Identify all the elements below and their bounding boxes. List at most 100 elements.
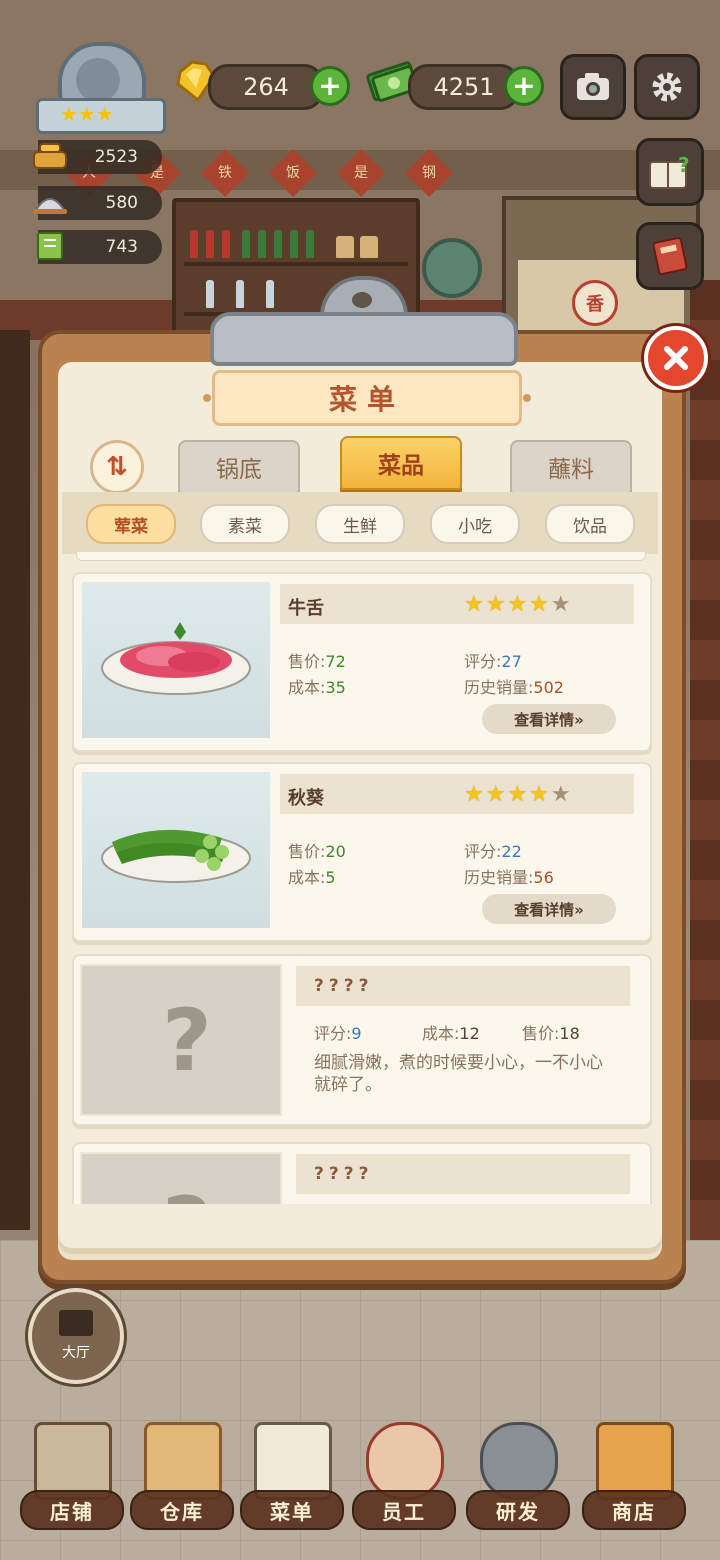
category-snack[interactable]: 小吃 <box>430 504 520 544</box>
tab-soup-base[interactable]: 锅底 <box>178 440 300 494</box>
clipboard-clip <box>210 276 518 366</box>
price: 售价:72 <box>288 652 346 671</box>
camera-icon <box>577 73 609 100</box>
hotpot-icon <box>33 143 67 169</box>
okra-icon <box>101 829 251 883</box>
wall-banner: 铁 <box>200 148 250 198</box>
house-icon <box>59 1310 93 1336</box>
close-button[interactable] <box>644 326 708 390</box>
shop-sign: 香 <box>572 280 618 326</box>
close-icon <box>664 346 688 370</box>
settings-button[interactable] <box>634 54 700 120</box>
wall-banner-char: 是 <box>354 165 368 181</box>
wall-banner: 是 <box>336 148 386 198</box>
dish-name: 牛舌 <box>288 598 324 619</box>
cash-count: 4251 <box>433 73 495 101</box>
dish-name: 秋葵 <box>288 788 324 809</box>
guide-button[interactable]: ? <box>636 138 704 206</box>
add-cash-button[interactable]: + <box>504 66 544 106</box>
sales: 历史销量:56 <box>464 868 554 887</box>
cost-value: 35 <box>325 678 346 697</box>
score: 评分:22 <box>464 842 522 861</box>
cost: 成本:35 <box>288 678 346 697</box>
tab-dipping-sauce[interactable]: 蘸料 <box>510 440 632 494</box>
dish-description: 细腻滑嫩，煮的时候要小心，一不小心就碎了。 <box>314 1053 603 1095</box>
price-value: 72 <box>325 652 346 671</box>
cost-value: 12 <box>459 1024 480 1043</box>
nav-label: 店铺 <box>20 1490 124 1530</box>
dish-name: ???? <box>314 976 374 996</box>
clipboard-icon <box>254 1422 332 1500</box>
score-value: 22 <box>501 842 522 861</box>
locked-dish-card[interactable]: ? ???? 评分:9 成本:12 售价:18 细腻滑嫩，煮的时候要小心，一不小… <box>72 954 652 1126</box>
camera-button[interactable] <box>560 54 626 120</box>
svg-text:?: ? <box>678 153 690 177</box>
category-drink[interactable]: 饮品 <box>545 504 635 544</box>
sales: 历史销量:502 <box>464 678 564 697</box>
dish-card[interactable]: 秋葵 ★★★★★ 售价:20 成本:5 评分:22 历史销量:56 查看详情» <box>72 762 652 942</box>
nav-label: 研发 <box>466 1490 570 1530</box>
category-meat[interactable]: 荤菜 <box>86 504 176 544</box>
price: 售价:20 <box>288 842 346 861</box>
score: 评分:9 <box>314 1024 362 1043</box>
dish-card[interactable]: 牛舌 ★★★★★ 售价:72 成本:35 评分:27 历史销量:502 查看详情… <box>72 572 652 752</box>
nav-label: 商店 <box>582 1490 686 1530</box>
score-value: 9 <box>351 1024 362 1043</box>
question-mark-icon: ? <box>152 1184 222 1204</box>
sales-value: 502 <box>533 678 564 697</box>
boxes-icon <box>144 1422 222 1500</box>
nav-research[interactable]: 研发 <box>466 1412 570 1532</box>
view-details-button[interactable]: 查看详情» <box>482 704 616 734</box>
menu-title: 菜单 <box>203 370 531 426</box>
rank-badge[interactable]: ★★★ <box>36 42 166 134</box>
score: 评分:27 <box>464 652 522 671</box>
nav-warehouse[interactable]: 仓库 <box>130 1412 234 1532</box>
nav-label: 菜单 <box>240 1490 344 1530</box>
wok-icon <box>480 1422 558 1500</box>
cost: 成本:5 <box>288 868 336 887</box>
dish-list[interactable]: 牛舌 ★★★★★ 售价:72 成本:35 评分:27 历史销量:502 查看详情… <box>62 562 658 1204</box>
category-vegetable[interactable]: 素菜 <box>200 504 290 544</box>
sales-value: 56 <box>533 868 554 887</box>
lobby-button[interactable]: 大厅 <box>28 1288 124 1384</box>
nav-staff[interactable]: 员工 <box>352 1412 456 1532</box>
dish-image <box>82 582 270 738</box>
gear-icon <box>652 72 682 102</box>
score-value: 27 <box>501 652 522 671</box>
ledger-button[interactable] <box>636 222 704 290</box>
price-value: 18 <box>559 1024 580 1043</box>
guide-book-icon: ? <box>649 153 690 189</box>
locked-dish-image: ? <box>80 964 282 1116</box>
nav-store[interactable]: 商店 <box>582 1412 686 1532</box>
ledger-icon <box>652 236 688 276</box>
gem-counter: 264 <box>208 64 324 110</box>
price-value: 20 <box>325 842 346 861</box>
beef-tongue-icon <box>101 622 251 695</box>
star-rating: ★★★★★ <box>464 782 573 807</box>
question-mark-icon: ? <box>162 991 212 1091</box>
storefront-icon <box>34 1422 112 1500</box>
cloche-icon <box>33 198 67 214</box>
tab-dishes[interactable]: 菜品 <box>340 436 462 490</box>
menu-book-icon <box>37 232 63 260</box>
wall-banner: 饭 <box>268 148 318 198</box>
gem-count: 264 <box>243 73 289 101</box>
sort-button[interactable]: ⇅ <box>90 440 144 494</box>
wall-banner-char: 饭 <box>286 165 300 181</box>
dish-image <box>82 772 270 928</box>
category-fresh[interactable]: 生鲜 <box>315 504 405 544</box>
cost: 成本:12 <box>422 1024 480 1043</box>
view-details-button[interactable]: 查看详情» <box>482 894 616 924</box>
stat-value: 2523 <box>94 147 138 167</box>
nav-menu[interactable]: 菜单 <box>240 1412 344 1532</box>
wall-banner-char: 铁 <box>218 165 232 181</box>
locked-dish-card[interactable]: ? ???? <box>72 1142 652 1204</box>
locked-dish-image: ? <box>80 1152 282 1204</box>
nav-shop[interactable]: 店铺 <box>20 1412 124 1532</box>
add-gems-button[interactable]: + <box>310 66 350 106</box>
nav-label: 仓库 <box>130 1490 234 1530</box>
price: 售价:18 <box>522 1024 580 1043</box>
market-stall-icon <box>596 1422 674 1500</box>
sort-icon: ⇅ <box>106 452 128 482</box>
stat-value: 743 <box>105 237 138 257</box>
